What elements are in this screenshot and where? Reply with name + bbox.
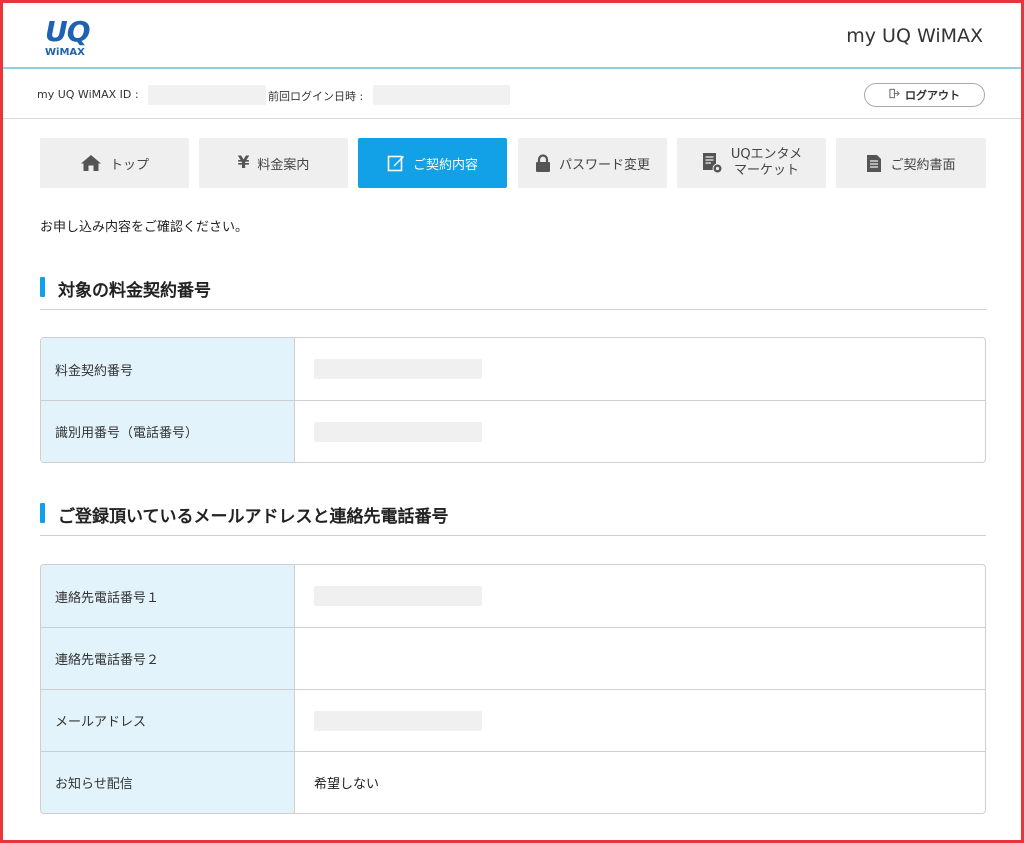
logout-label: ログアウト — [905, 89, 960, 102]
row-label-email: メールアドレス — [41, 690, 295, 751]
row-value-email — [296, 690, 985, 751]
heading-accent-bar — [40, 503, 45, 523]
logout-button[interactable]: ログアウト — [864, 83, 985, 107]
nav-item-password[interactable]: パスワード変更 — [518, 138, 667, 188]
masked-value — [314, 710, 482, 731]
masked-value — [314, 586, 482, 606]
account-id-label: my UQ WiMAX ID : — [37, 88, 139, 101]
app-title: my UQ WiMAX — [846, 25, 983, 47]
document-icon — [866, 154, 882, 173]
logo-wimax-text: WiMAX — [45, 47, 85, 58]
nav-item-entame-market[interactable]: UQエンタメ マーケット — [677, 138, 826, 188]
last-login-value — [373, 85, 510, 105]
home-icon — [80, 154, 102, 172]
heading-accent-bar — [40, 277, 45, 297]
nav-item-top[interactable]: トップ — [40, 138, 189, 188]
row-label-billing-number: 料金契約番号 — [41, 338, 295, 400]
nav-label-pricing: 料金案内 — [257, 157, 310, 173]
row-label-notifications: お知らせ配信 — [41, 752, 295, 813]
table-row: 料金契約番号 — [41, 338, 985, 400]
nav-label-top: トップ — [109, 157, 149, 173]
nav-label-entame-line2: マーケット — [733, 163, 799, 178]
section-billing-contract-heading: 対象の料金契約番号 — [40, 274, 986, 310]
billing-contract-table: 料金契約番号 識別用番号（電話番号） — [40, 337, 986, 463]
nav-item-contract-documents[interactable]: ご契約書面 — [836, 138, 986, 188]
row-value-phone-1 — [296, 565, 985, 627]
table-row: お知らせ配信 希望しない — [41, 751, 985, 813]
document-gear-icon — [701, 152, 723, 174]
nav-item-contract[interactable]: ご契約内容 — [358, 138, 507, 188]
uq-wimax-logo[interactable]: UQ WiMAX — [43, 15, 99, 61]
last-login-label: 前回ログイン日時 : — [268, 90, 364, 103]
nav-label-entame-line1: UQエンタメ — [730, 147, 803, 162]
yen-icon: ¥ — [237, 153, 250, 173]
masked-value — [314, 421, 482, 442]
nav-label-entame-market: UQエンタメ マーケット — [731, 147, 802, 179]
table-row: メールアドレス — [41, 689, 985, 751]
main-nav: トップ ¥ 料金案内 ご契約内容 パスワード変更 UQエンタメ マーケット ご契… — [40, 138, 986, 188]
table-row: 連絡先電話番号２ — [41, 627, 985, 689]
row-label-identification-number: 識別用番号（電話番号） — [41, 401, 295, 462]
logo-uq-text: UQ — [45, 15, 91, 48]
logout-icon — [889, 88, 900, 102]
edit-icon — [387, 154, 405, 172]
section-contact-heading: ご登録頂いているメールアドレスと連絡先電話番号 — [40, 500, 986, 536]
account-info-bar: my UQ WiMAX ID : 前回ログイン日時 : ログアウト — [3, 71, 1021, 119]
row-value-phone-2 — [296, 628, 985, 689]
row-value-notifications: 希望しない — [314, 777, 380, 792]
intro-text: お申し込み内容をご確認ください。 — [40, 220, 249, 235]
masked-value — [314, 359, 482, 379]
section-billing-contract-title: 対象の料金契約番号 — [58, 281, 211, 301]
contact-table: 連絡先電話番号１ 連絡先電話番号２ メールアドレス お知らせ配信 希望しない — [40, 564, 986, 814]
nav-label-contract: ご契約内容 — [412, 157, 478, 173]
lock-icon — [535, 153, 551, 173]
row-value-identification-number — [296, 401, 985, 462]
table-row: 連絡先電話番号１ — [41, 565, 985, 627]
site-header: UQ WiMAX my UQ WiMAX — [3, 3, 1021, 69]
account-id-value — [148, 85, 266, 105]
nav-item-pricing[interactable]: ¥ 料金案内 — [199, 138, 348, 188]
table-row: 識別用番号（電話番号） — [41, 400, 985, 462]
row-value-billing-number — [296, 338, 985, 400]
row-label-phone-1: 連絡先電話番号１ — [41, 565, 295, 627]
row-label-phone-2: 連絡先電話番号２ — [41, 628, 295, 689]
nav-label-password: パスワード変更 — [558, 157, 650, 173]
section-contact-title: ご登録頂いているメールアドレスと連絡先電話番号 — [58, 507, 449, 527]
nav-label-contract-documents: ご契約書面 — [890, 157, 956, 173]
